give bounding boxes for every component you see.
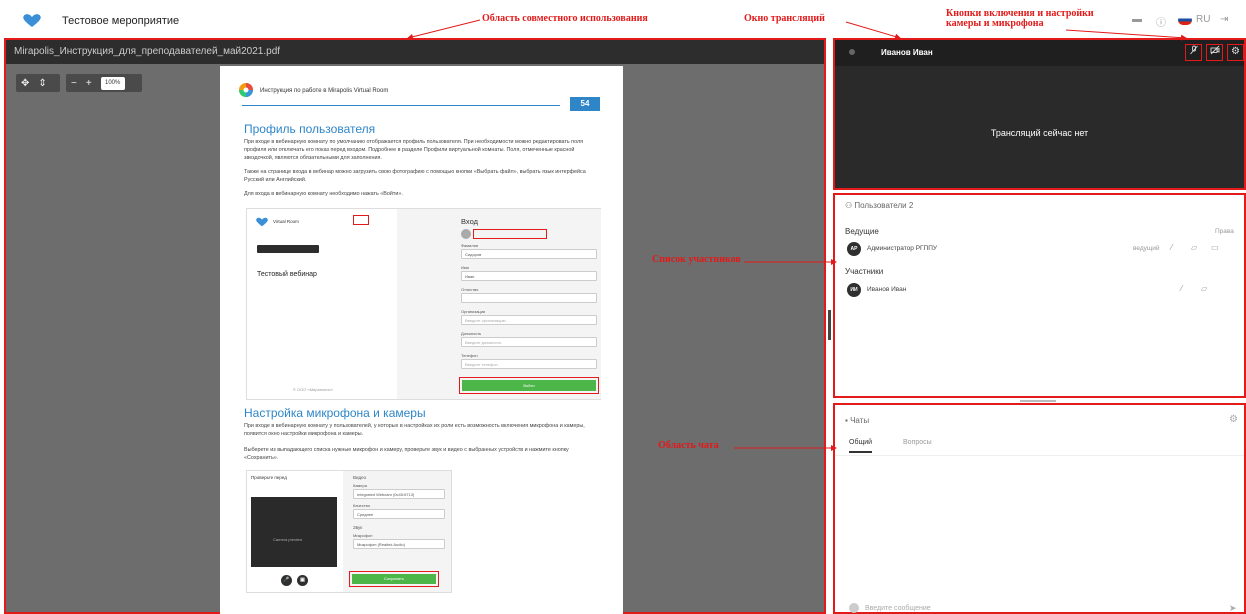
annotation-arrows	[407, 19, 1187, 451]
